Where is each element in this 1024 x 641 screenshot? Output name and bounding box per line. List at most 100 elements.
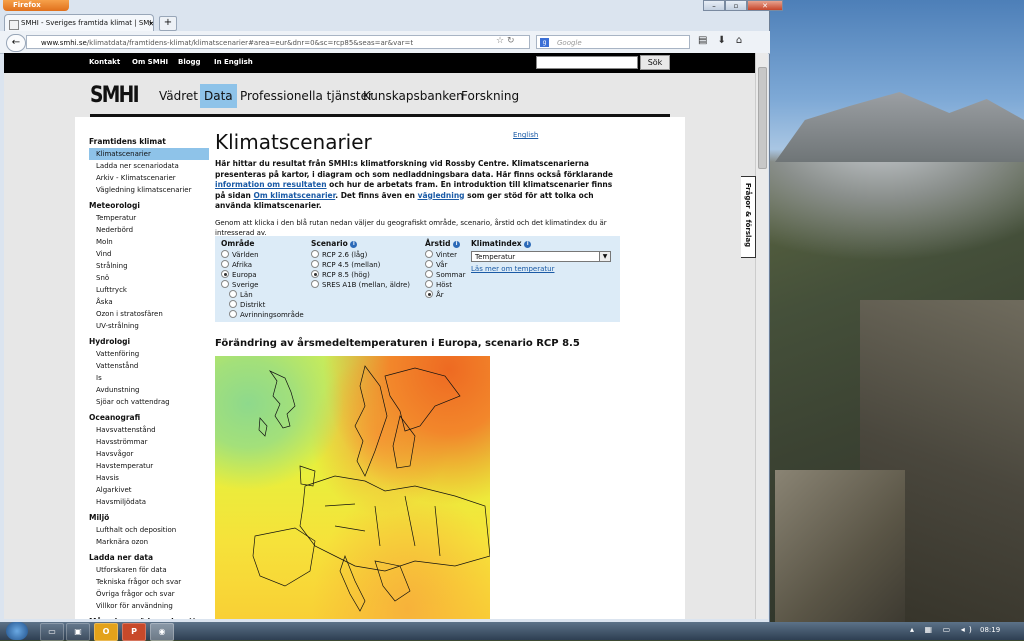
top-link-kontakt[interactable]: Kontakt bbox=[89, 58, 120, 66]
radio-button[interactable] bbox=[425, 270, 433, 278]
sidebar-item[interactable]: Nederbörd bbox=[89, 224, 209, 236]
smhi-logo[interactable]: SMHI bbox=[90, 83, 140, 108]
explorer-taskbar-icon[interactable]: ▭ bbox=[40, 623, 64, 641]
sidebar-item[interactable]: Tekniska frågor och svar bbox=[89, 576, 209, 588]
outlook-taskbar-icon[interactable]: O bbox=[94, 623, 118, 641]
tab-smhi[interactable]: SMHI - Sveriges framtida klimat | SMHI × bbox=[4, 14, 154, 31]
radio-option[interactable]: SRES A1B (mellan, äldre) bbox=[311, 280, 410, 290]
downloads-icon[interactable]: ⬇ bbox=[717, 35, 725, 46]
radio-option[interactable]: Avrinningsområde bbox=[221, 310, 304, 320]
sidebar-item[interactable]: Ozon i stratosfären bbox=[89, 308, 209, 320]
sidebar-item[interactable]: Havsvågor bbox=[89, 448, 209, 460]
top-link-blogg[interactable]: Blogg bbox=[178, 58, 201, 66]
radio-button[interactable] bbox=[221, 250, 229, 258]
close-button[interactable]: ✕ bbox=[747, 0, 783, 11]
sidebar-item[interactable]: Havsis bbox=[89, 472, 209, 484]
link-information-om-resultaten[interactable]: information om resultaten bbox=[215, 180, 327, 189]
radio-button[interactable] bbox=[425, 280, 433, 288]
url-bar[interactable]: www.smhi.se/klimatdata/framtidens-klimat… bbox=[26, 35, 530, 49]
bookmark-star-icon[interactable]: ☆ bbox=[496, 36, 504, 46]
firefox-menu-button[interactable]: Firefox bbox=[3, 0, 69, 11]
radio-button[interactable] bbox=[229, 300, 237, 308]
info-icon[interactable]: i bbox=[453, 240, 461, 248]
sidebar-item[interactable]: Havsmiljödata bbox=[89, 496, 209, 508]
sidebar-item[interactable]: Arkiv - Klimatscenarier bbox=[89, 172, 209, 184]
sidebar-item[interactable]: Avdunstning bbox=[89, 384, 209, 396]
radio-button[interactable] bbox=[311, 280, 319, 288]
radio-option[interactable]: RCP 2.6 (låg) bbox=[311, 250, 410, 260]
radio-button[interactable] bbox=[221, 260, 229, 268]
system-tray-icons[interactable]: ▴ ▦ ▭ ◂) bbox=[910, 625, 976, 634]
radio-button[interactable] bbox=[425, 250, 433, 258]
nav-data[interactable]: Data bbox=[200, 84, 237, 108]
taskbar-clock[interactable]: 08:19 bbox=[980, 626, 1000, 634]
radio-option[interactable]: RCP 4.5 (mellan) bbox=[311, 260, 410, 270]
back-button[interactable]: ← bbox=[6, 34, 26, 52]
sidebar-item[interactable]: Strålning bbox=[89, 260, 209, 272]
new-tab-button[interactable]: + bbox=[159, 16, 177, 31]
sidebar-item[interactable]: Vägledning klimatscenarier bbox=[89, 184, 209, 196]
radio-button[interactable] bbox=[229, 310, 237, 318]
close-tab-icon[interactable]: × bbox=[148, 15, 153, 31]
sidebar-group-heading[interactable]: Oceanografi bbox=[89, 412, 209, 424]
reload-icon[interactable]: ↻ bbox=[507, 36, 515, 46]
radio-option[interactable]: RCP 8.5 (hög) bbox=[311, 270, 410, 280]
radio-button[interactable] bbox=[311, 260, 319, 268]
sidebar-group-heading[interactable]: Månadens väder och vatten bbox=[89, 616, 209, 619]
sidebar-group-heading[interactable]: Ladda ner data bbox=[89, 552, 209, 564]
sidebar-group-heading[interactable]: Miljö bbox=[89, 512, 209, 524]
top-link-in-english[interactable]: In English bbox=[214, 58, 253, 66]
site-search-button[interactable]: Sök bbox=[640, 55, 670, 70]
sidebar-item[interactable]: Utforskaren för data bbox=[89, 564, 209, 576]
sidebar-group-heading[interactable]: Hydrologi bbox=[89, 336, 209, 348]
radio-button[interactable] bbox=[221, 280, 229, 288]
english-link[interactable]: English bbox=[513, 131, 538, 139]
nav-forskning[interactable]: Forskning bbox=[461, 89, 519, 103]
sidebar-item[interactable]: Havstemperatur bbox=[89, 460, 209, 472]
start-button[interactable] bbox=[6, 622, 28, 640]
sidebar-item[interactable]: Lufthalt och deposition bbox=[89, 524, 209, 536]
radio-option[interactable]: Vinter bbox=[425, 250, 466, 260]
sidebar-group-heading[interactable]: Meteorologi bbox=[89, 200, 209, 212]
app-taskbar-icon[interactable]: ▣ bbox=[66, 623, 90, 641]
radio-option[interactable]: År bbox=[425, 290, 466, 300]
sidebar-item[interactable]: Vind bbox=[89, 248, 209, 260]
nav-professionella-tjanster[interactable]: Professionella tjänster bbox=[240, 89, 373, 103]
sidebar-group-heading[interactable]: Framtidens klimat bbox=[89, 136, 209, 148]
sidebar-item[interactable]: Övriga frågor och svar bbox=[89, 588, 209, 600]
sidebar-item[interactable]: Villkor för användning bbox=[89, 600, 209, 612]
sidebar-item[interactable]: Snö bbox=[89, 272, 209, 284]
sidebar-item[interactable]: Havsvattenstånd bbox=[89, 424, 209, 436]
radio-option[interactable]: Vår bbox=[425, 260, 466, 270]
sidebar-item[interactable]: Marknära ozon bbox=[89, 536, 209, 548]
powerpoint-taskbar-icon[interactable]: P bbox=[122, 623, 146, 641]
radio-option[interactable]: Distrikt bbox=[221, 300, 304, 310]
sidebar-item[interactable]: UV-strålning bbox=[89, 320, 209, 332]
top-link-om-smhi[interactable]: Om SMHI bbox=[132, 58, 168, 66]
link-vagledning[interactable]: vägledning bbox=[418, 191, 465, 200]
firefox-taskbar-icon[interactable]: ◉ bbox=[150, 623, 174, 641]
radio-option[interactable]: Sverige bbox=[221, 280, 304, 290]
nav-kunskapsbanken[interactable]: Kunskapsbanken bbox=[363, 89, 464, 103]
sidebar-item[interactable]: Vattenföring bbox=[89, 348, 209, 360]
sidebar-item[interactable]: Havsströmmar bbox=[89, 436, 209, 448]
radio-option[interactable]: Europa bbox=[221, 270, 304, 280]
info-icon[interactable]: i bbox=[524, 240, 532, 248]
page-scrollbar[interactable] bbox=[755, 53, 768, 619]
home-icon[interactable]: ⌂ bbox=[736, 35, 742, 46]
maximize-button[interactable]: ▫ bbox=[725, 0, 747, 11]
climate-index-select[interactable]: Temperatur ▼ bbox=[471, 251, 611, 262]
search-bar[interactable]: g Google bbox=[536, 35, 690, 49]
info-icon[interactable]: i bbox=[350, 240, 358, 248]
sidebar-item[interactable]: Is bbox=[89, 372, 209, 384]
temperature-change-map[interactable] bbox=[215, 356, 490, 619]
nav-vadret[interactable]: Vädret bbox=[159, 89, 198, 103]
link-om-klimatscenarier[interactable]: Om klimatscenarier bbox=[253, 191, 335, 200]
radio-option[interactable]: Sommar bbox=[425, 270, 466, 280]
sidebar-item[interactable]: Åska bbox=[89, 296, 209, 308]
read-more-temperature-link[interactable]: Läs mer om temperatur bbox=[471, 265, 554, 273]
scrollbar-thumb[interactable] bbox=[758, 67, 767, 169]
sidebar-item[interactable]: Lufttryck bbox=[89, 284, 209, 296]
chevron-down-icon[interactable]: ▼ bbox=[599, 252, 610, 261]
sidebar-item[interactable]: Ladda ner scenariodata bbox=[89, 160, 209, 172]
